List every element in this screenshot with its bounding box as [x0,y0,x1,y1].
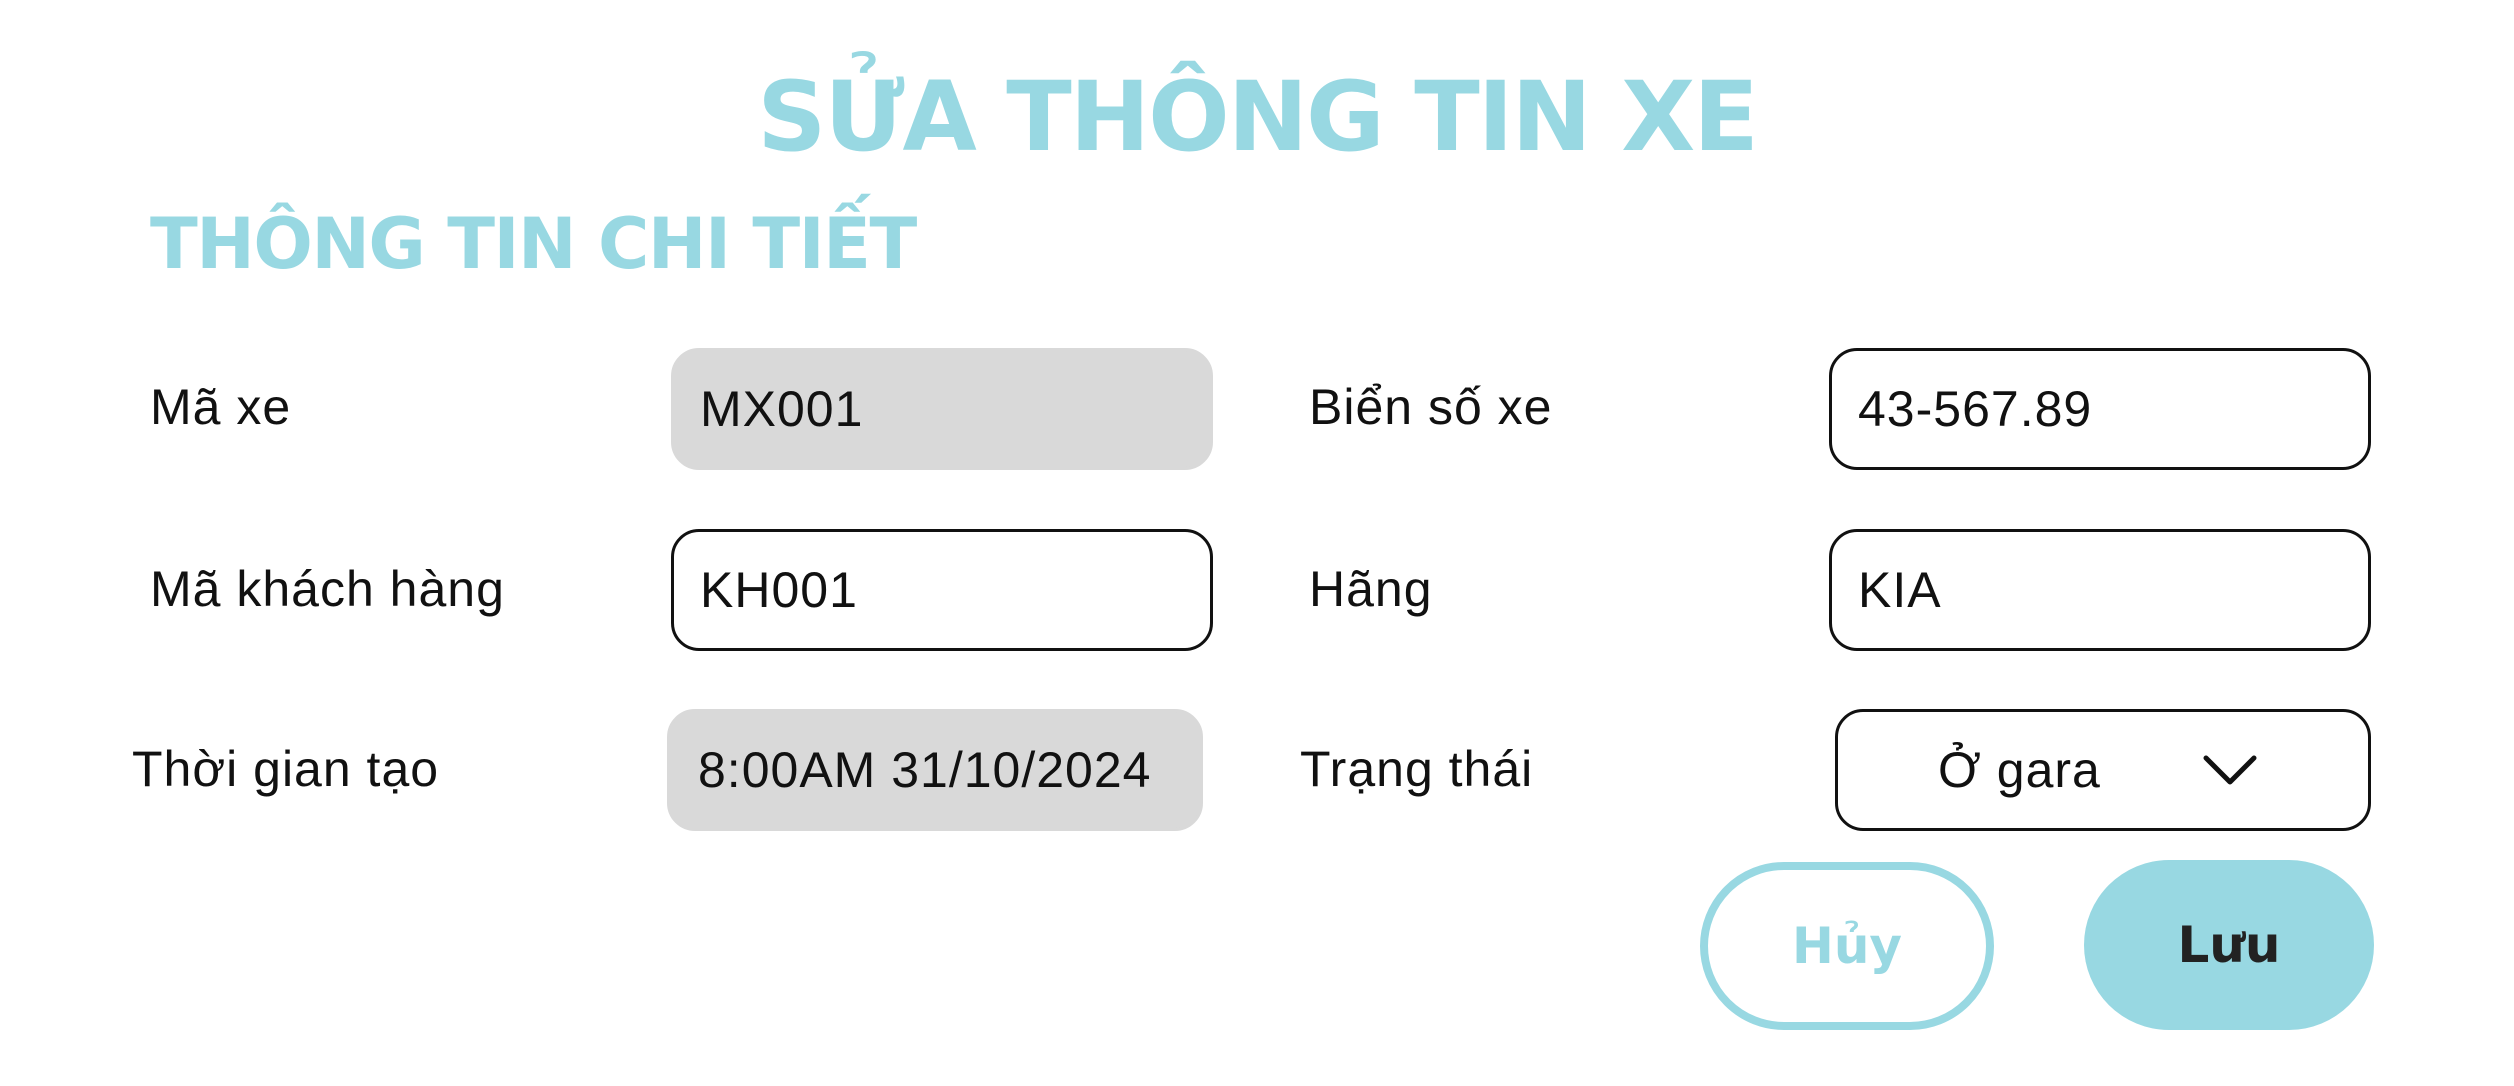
save-button[interactable]: Lưu [2084,860,2374,1030]
page-title: SỬA THÔNG TIN XE [757,61,1759,173]
vehicle-id-field: MX001 [671,348,1213,470]
status-label: Trạng thái [1300,741,1534,797]
license-plate-label: Biển số xe [1309,379,1553,435]
created-time-label: Thời gian tạo [132,741,440,797]
created-time-field: 8:00AM 31/10/2024 [667,709,1203,831]
customer-id-input[interactable]: KH001 [671,529,1213,651]
license-plate-input[interactable]: 43-567.89 [1829,348,2371,470]
status-select[interactable]: Ở gara [1835,709,2371,831]
cancel-button[interactable]: Hủy [1700,862,1994,1030]
vehicle-id-label: Mã xe [150,379,292,435]
section-title: THÔNG TIN CHI TIẾT [150,203,917,285]
brand-label: Hãng [1309,561,1433,617]
brand-input[interactable]: KIA [1829,529,2371,651]
customer-id-label: Mã khách hàng [150,561,505,617]
status-select-value: Ở gara [1938,742,2101,798]
chevron-down-icon [2203,755,2257,785]
